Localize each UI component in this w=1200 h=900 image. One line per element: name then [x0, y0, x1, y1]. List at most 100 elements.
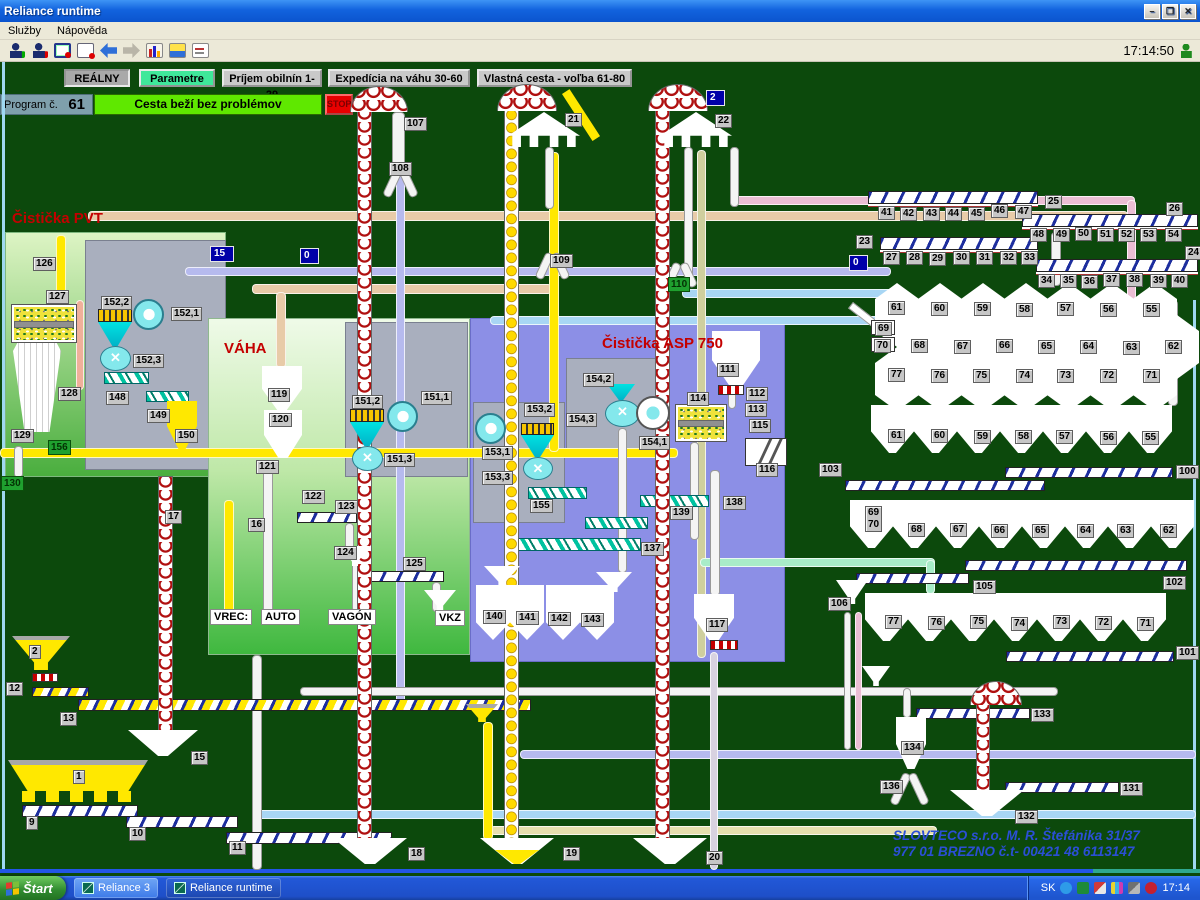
tag-16[interactable]: 16	[248, 518, 265, 532]
tag-72[interactable]: 72	[1095, 616, 1112, 630]
tag-29[interactable]: 29	[929, 252, 946, 266]
tag-153-3[interactable]: 153,3	[482, 471, 513, 485]
tag-61[interactable]: 61	[888, 301, 905, 315]
tag-59[interactable]: 59	[974, 430, 991, 444]
tag-101[interactable]: 101	[1176, 646, 1199, 660]
bin-shape[interactable]	[957, 405, 1000, 453]
tag-141[interactable]: 141	[516, 611, 539, 625]
tab-prijem-obilnin[interactable]: Príjem obilnín 1-29	[222, 69, 322, 87]
tag-125[interactable]: 125	[403, 557, 426, 571]
tag-76[interactable]: 76	[931, 369, 948, 383]
forward-arrow-icon[interactable]	[123, 43, 140, 58]
tag-73[interactable]: 73	[1053, 615, 1070, 629]
tag-25[interactable]: 25	[1045, 195, 1062, 209]
tag-149[interactable]: 149	[147, 409, 170, 423]
tag-15[interactable]: 15	[191, 751, 208, 765]
tag-74[interactable]: 74	[1011, 617, 1028, 631]
tag-136[interactable]: 136	[880, 780, 903, 794]
tag-37[interactable]: 37	[1103, 273, 1120, 287]
menu-sluzby[interactable]: Služby	[0, 24, 49, 38]
tag-143[interactable]: 143	[581, 613, 604, 627]
tag-19[interactable]: 19	[563, 847, 580, 861]
tag-72[interactable]: 72	[1100, 369, 1117, 383]
tag-49[interactable]: 49	[1053, 228, 1070, 242]
tag-148[interactable]: 148	[106, 391, 129, 405]
tag-77[interactable]: 77	[888, 368, 905, 382]
tag-139[interactable]: 139	[670, 506, 693, 520]
tag-134[interactable]: 134	[901, 741, 924, 755]
tag-60[interactable]: 60	[931, 302, 948, 316]
tag-155[interactable]: 155	[530, 499, 553, 513]
tag-68[interactable]: 68	[911, 339, 928, 353]
tag-110[interactable]: 110	[668, 277, 690, 292]
maximize-button[interactable]: ❐	[1162, 4, 1178, 19]
tag-102[interactable]: 102	[1163, 576, 1186, 590]
tag-103[interactable]: 103	[819, 463, 842, 477]
bin-shape[interactable]	[1129, 405, 1172, 453]
tag-71[interactable]: 71	[1143, 369, 1160, 383]
tag-2[interactable]: 2	[706, 90, 725, 106]
tray-messenger-icon[interactable]	[1060, 882, 1072, 894]
tag-115[interactable]: 115	[749, 419, 771, 433]
tag-61[interactable]: 61	[888, 429, 905, 443]
tag-65[interactable]: 65	[1032, 524, 1049, 538]
tag-152-3[interactable]: 152,3	[133, 354, 164, 368]
login-user-icon[interactable]	[8, 43, 25, 58]
bin-shape[interactable]	[1043, 405, 1086, 453]
tag-142[interactable]: 142	[548, 612, 571, 626]
tag-131[interactable]: 131	[1120, 782, 1143, 796]
tag-13[interactable]: 13	[60, 712, 77, 726]
tag-23[interactable]: 23	[856, 235, 873, 249]
logout-user-icon[interactable]	[31, 43, 48, 58]
tag-53[interactable]: 53	[1140, 228, 1157, 242]
tag-54[interactable]: 54	[1165, 228, 1182, 242]
tag-31[interactable]: 31	[976, 251, 993, 265]
tag-42[interactable]: 42	[900, 207, 917, 221]
tray-green-icon[interactable]	[1077, 882, 1089, 894]
parameters-button[interactable]: Parametre	[139, 69, 215, 87]
tag-156[interactable]: 156	[48, 440, 71, 455]
tag-32[interactable]: 32	[1000, 251, 1017, 265]
tab-vlastna-cesta[interactable]: Vlastná cesta - voľba 61-80	[477, 69, 632, 87]
tag-111[interactable]: 111	[717, 363, 739, 377]
tag-114[interactable]: 114	[687, 392, 709, 406]
tray-antivirus-icon[interactable]	[1145, 882, 1157, 894]
tag-112[interactable]: 112	[746, 387, 768, 401]
tag-65[interactable]: 65	[1038, 340, 1055, 354]
tag-107[interactable]: 107	[404, 117, 427, 131]
tag-154-2[interactable]: 154,2	[583, 373, 614, 387]
back-arrow-icon[interactable]	[100, 43, 117, 58]
tag-0[interactable]: 0	[300, 248, 319, 264]
stop-button[interactable]: STOP	[325, 94, 353, 115]
tag-44[interactable]: 44	[945, 207, 962, 221]
tag-35[interactable]: 35	[1060, 274, 1077, 288]
tag-67[interactable]: 67	[954, 340, 971, 354]
tag-129[interactable]: 129	[11, 429, 34, 443]
tag-58[interactable]: 58	[1016, 303, 1033, 317]
tag-117[interactable]: 117	[706, 618, 728, 632]
tag-39[interactable]: 39	[1150, 274, 1167, 288]
task-reliance-3[interactable]: Reliance 3	[74, 878, 158, 898]
tag-105[interactable]: 105	[973, 580, 996, 594]
tag-123[interactable]: 123	[335, 500, 358, 514]
close-visualization-icon[interactable]	[54, 43, 71, 58]
tag-151-2[interactable]: 151,2	[352, 395, 383, 409]
tag-71[interactable]: 71	[1137, 617, 1154, 631]
tag-52[interactable]: 52	[1118, 228, 1135, 242]
tag-40[interactable]: 40	[1171, 274, 1188, 288]
tag-150[interactable]: 150	[175, 429, 198, 443]
tag-46[interactable]: 46	[991, 204, 1008, 218]
tray-volume-icon[interactable]	[1128, 882, 1140, 894]
tab-expedicia[interactable]: Expedícia na váhu 30-60	[328, 69, 470, 87]
close-document-icon[interactable]	[77, 43, 94, 58]
tag-1[interactable]: 1	[73, 770, 85, 784]
tag-10[interactable]: 10	[129, 827, 146, 841]
tag-9[interactable]: 9	[26, 816, 38, 830]
tag-58[interactable]: 58	[1015, 430, 1032, 444]
tag-12[interactable]: 12	[6, 682, 23, 696]
tray-red-icon[interactable]	[1094, 882, 1106, 894]
tag-152-1[interactable]: 152,1	[171, 307, 202, 321]
tag-138[interactable]: 138	[723, 496, 746, 510]
tag-63[interactable]: 63	[1117, 524, 1134, 538]
tag-108[interactable]: 108	[389, 162, 412, 176]
